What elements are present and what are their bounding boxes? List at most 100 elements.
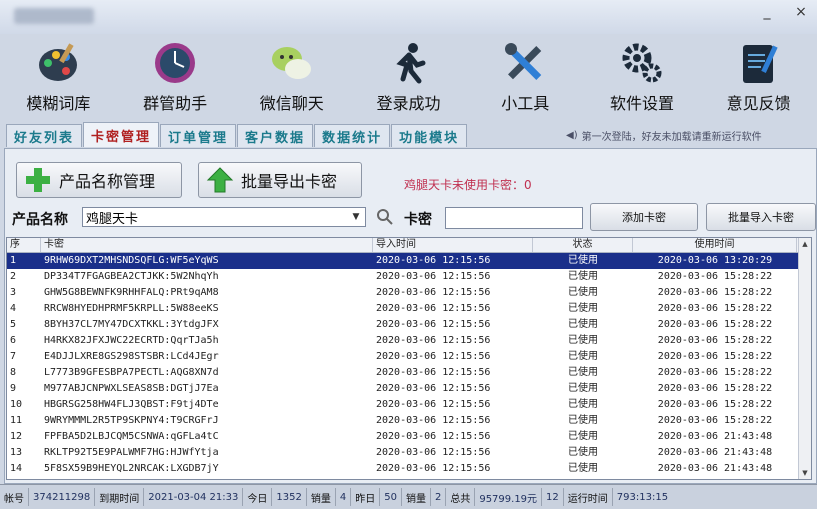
- table-cell: 已使用: [568, 463, 598, 474]
- column-header-use-time[interactable]: 使用时间: [633, 238, 797, 252]
- table-body: 1 9RHW69DXT2MHSNDSQFLG:WF5eYqWS 2020-03-06…: [7, 253, 811, 477]
- table-cell: 2020-03-06 15:28:22: [657, 415, 773, 426]
- toolbar-label: 意见反馈: [726, 94, 791, 113]
- table-cell: 2020-03-06 15:28:22: [657, 271, 773, 282]
- today-value: 1352: [272, 488, 307, 506]
- table-row[interactable]: 4 RRCW8HYEDHPRMF5KRPLL:5W88eeKS 2020-03-06…: [7, 301, 811, 317]
- toolbar-item-group-assistant[interactable]: 群管助手: [117, 34, 234, 120]
- product-name-manage-button[interactable]: 产品名称管理: [16, 162, 182, 198]
- plus-icon: [23, 165, 53, 195]
- toolbar-item-feedback[interactable]: 意见反馈: [700, 34, 817, 120]
- column-header-index[interactable]: 序: [7, 238, 41, 252]
- tab-customer-data[interactable]: 客户数据: [237, 124, 314, 147]
- sales-value: 4: [336, 488, 352, 506]
- table-cell: 4: [10, 303, 17, 314]
- toolbar-label: 软件设置: [609, 94, 674, 113]
- search-icon[interactable]: [376, 208, 394, 226]
- table-cell: L7773B9GFESBPA7PECTL:AQG8XN7d: [44, 367, 219, 378]
- table-cell: 已使用: [568, 351, 598, 362]
- product-select[interactable]: 鸡腿天卡 ▼: [82, 207, 366, 227]
- toolbar-item-tools[interactable]: 小工具: [467, 34, 584, 120]
- table-cell: RRCW8HYEDHPRMF5KRPLL:5W88eeKS: [44, 303, 219, 314]
- table-row[interactable]: 3 GHW5G8BEWNFK9RHHFALQ:PRt9qAM8 2020-03-06…: [7, 285, 811, 301]
- column-header-status[interactable]: 状态: [533, 238, 633, 252]
- table-cell: 已使用: [568, 255, 598, 266]
- table-cell: 2020-03-06 12:15:56: [376, 463, 491, 474]
- table-cell: 9WRYMMML2R5TP9SKPNY4:T9CRGFrJ: [44, 415, 219, 426]
- status-bar: 帐号 374211298 到期时间 2021-03-04 21:33 今日 13…: [0, 484, 817, 509]
- table-cell: 5F8SX59B9HEYQL2NRCAK:LXGDB7jY: [44, 463, 219, 474]
- table-cell: 已使用: [568, 319, 598, 330]
- add-card-button[interactable]: 添加卡密: [590, 203, 698, 231]
- table-cell: 9: [10, 383, 17, 394]
- table-cell: 2020-03-06 15:28:22: [657, 399, 773, 410]
- sales-label: 销量: [307, 488, 336, 506]
- tab-statistics[interactable]: 数据统计: [314, 124, 391, 147]
- table-cell: GHW5G8BEWNFK9RHHFALQ:PRt9qAM8: [44, 287, 219, 298]
- table-cell: 2020-03-06 12:15:56: [376, 383, 491, 394]
- table-row[interactable]: 8 L7773B9GFESBPA7PECTL:AQG8XN7d 2020-03-06…: [7, 365, 811, 381]
- table-row[interactable]: 7 E4DJJLXRE8GS298STSBR:LCd4JEgr 2020-03-06…: [7, 349, 811, 365]
- table-cell: HBGRSG258HW4FLJ3QBST:F9tj4DTe: [44, 399, 219, 410]
- table-row[interactable]: 14 5F8SX59B9HEYQL2NRCAK:LXGDB7jY 2020-03-0…: [7, 461, 811, 477]
- toolbar-item-fuzzy-lexicon[interactable]: 模糊词库: [0, 34, 117, 120]
- runner-icon: [386, 40, 432, 86]
- total-value: 95799.19元: [475, 488, 543, 506]
- table-row[interactable]: 9 M977ABJCNPWXLSEAS8SB:DGTjJ7Ea 2020-03-06…: [7, 381, 811, 397]
- table-cell: DP334T7FGAGBEA2CTJKK:5W2NhqYh: [44, 271, 219, 282]
- table-cell: 已使用: [568, 271, 598, 282]
- table-cell: 已使用: [568, 447, 598, 458]
- table-row[interactable]: 11 9WRYMMML2R5TP9SKPNY4:T9CRGFrJ 2020-03-0…: [7, 413, 811, 429]
- table-cell: 2020-03-06 12:15:56: [376, 367, 491, 378]
- table-row[interactable]: 13 RKLTP92T5E9PALWMF7HG:HJWfYtja 2020-03-0…: [7, 445, 811, 461]
- table-cell: 13: [10, 447, 23, 458]
- batch-export-button[interactable]: 批量导出卡密: [198, 162, 362, 198]
- toolbar-item-settings[interactable]: 软件设置: [584, 34, 701, 120]
- tab-friend-list[interactable]: 好友列表: [6, 124, 83, 147]
- scroll-down-icon[interactable]: ▼: [799, 467, 811, 479]
- column-header-import-time[interactable]: 导入时间: [373, 238, 533, 252]
- speaker-icon: ◀): [566, 130, 578, 141]
- runtime-value: 793:13:15: [616, 491, 669, 503]
- card-key-input[interactable]: [445, 207, 583, 229]
- total-label: 总共: [446, 488, 476, 506]
- table-cell: 已使用: [568, 383, 598, 394]
- table-cell: 8BYH37CL7MY47DCXTKKL:3YtdgJFX: [44, 319, 219, 330]
- sales2-label: 销量: [402, 488, 431, 506]
- batch-import-button[interactable]: 批量导入卡密: [706, 203, 816, 231]
- account-value: 374211298: [29, 488, 96, 506]
- table-cell: 12: [10, 431, 23, 442]
- column-header-card[interactable]: 卡密: [41, 238, 373, 252]
- close-button[interactable]: ×: [791, 4, 811, 20]
- table-row[interactable]: 1 9RHW69DXT2MHSNDSQFLG:WF5eYqWS 2020-03-06…: [7, 253, 811, 269]
- scroll-up-icon[interactable]: ▲: [799, 238, 811, 250]
- table-cell: 2020-03-06 12:15:56: [376, 303, 491, 314]
- product-name-label: 产品名称: [12, 212, 68, 228]
- button-label: 产品名称管理: [59, 172, 156, 191]
- tab-card-management[interactable]: 卡密管理: [83, 122, 160, 147]
- table-cell: 2020-03-06 12:15:56: [376, 415, 491, 426]
- table-cell: M977ABJCNPWXLSEAS8SB:DGTjJ7Ea: [44, 383, 219, 394]
- table-cell: 10: [10, 399, 23, 410]
- expire-value: 2021-03-04 21:33: [144, 488, 244, 506]
- table-row[interactable]: 6 H4RKX82JFXJWC22ECRTD:QqrTJa5h 2020-03-06…: [7, 333, 811, 349]
- table-cell: 2020-03-06 21:43:48: [657, 463, 773, 474]
- table-cell: 2020-03-06 13:20:29: [657, 255, 773, 266]
- toolbar-item-login-success[interactable]: 登录成功: [350, 34, 467, 120]
- table-row[interactable]: 2 DP334T7FGAGBEA2CTJKK:5W2NhqYh 2020-03-06…: [7, 269, 811, 285]
- tab-modules[interactable]: 功能模块: [391, 124, 468, 147]
- card-table: 序 卡密 导入时间 状态 使用时间 1 9RHW69DXT2MHSNDSQFLG:…: [6, 237, 812, 480]
- toolbar-item-wechat-chat[interactable]: 微信聊天: [233, 34, 350, 120]
- yesterday-value: 50: [380, 488, 402, 506]
- table-cell: 已使用: [568, 415, 598, 426]
- table-cell: 9RHW69DXT2MHSNDSQFLG:WF5eYqWS: [44, 255, 219, 266]
- minimize-button[interactable]: _: [757, 4, 777, 20]
- table-row[interactable]: 10 HBGRSG258HW4FLJ3QBST:F9tj4DTe 2020-03-0…: [7, 397, 811, 413]
- table-row[interactable]: 12 FPFBA5D2LBJCQM5CSNWA:qGFLa4tC 2020-03-0…: [7, 429, 811, 445]
- table-cell: 2020-03-06 15:28:22: [657, 383, 773, 394]
- chevron-down-icon[interactable]: ▼: [349, 210, 363, 224]
- vertical-scrollbar[interactable]: ▲ ▼: [798, 238, 811, 479]
- tab-order-management[interactable]: 订单管理: [160, 124, 237, 147]
- notepad-icon: [736, 40, 782, 86]
- table-row[interactable]: 5 8BYH37CL7MY47DCXTKKL:3YtdgJFX 2020-03-06…: [7, 317, 811, 333]
